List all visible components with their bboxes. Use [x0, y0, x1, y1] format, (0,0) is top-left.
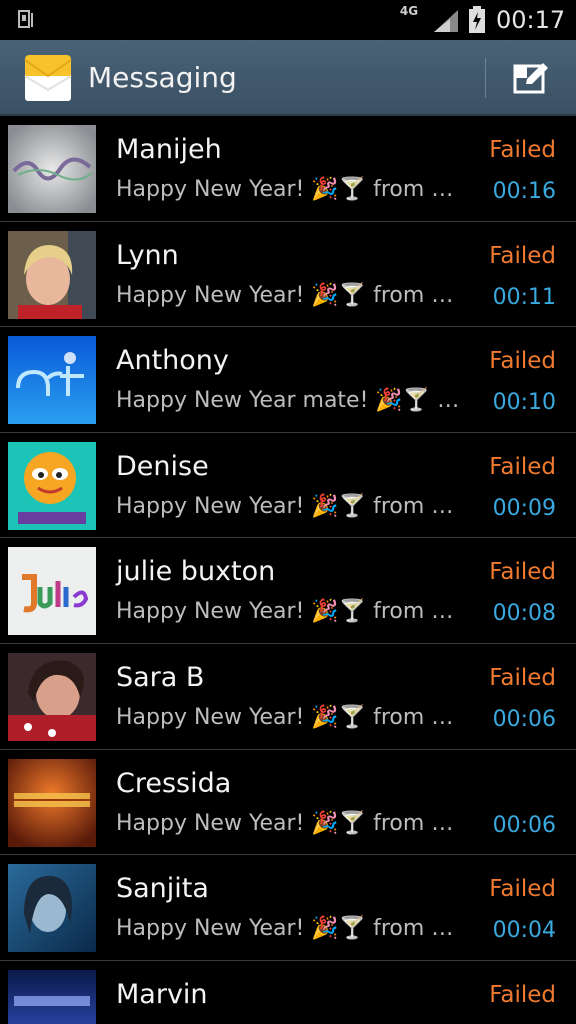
- battery-charging-icon: [469, 6, 485, 33]
- status-bar: 4G 00:17: [0, 0, 576, 40]
- list-item[interactable]: julie buxton Happy New Year! 🎉🍸 from R..…: [0, 538, 576, 644]
- message-preview: Happy New Year! 🎉🍸 from R...: [116, 282, 460, 308]
- envelope-icon: [24, 55, 72, 101]
- list-item[interactable]: Cressida Happy New Year! 🎉🍸 from R... 00…: [0, 750, 576, 856]
- message-preview: Happy New Year! 🎉🍸 from R...: [116, 916, 460, 942]
- action-bar-divider: [485, 58, 486, 98]
- contact-name: Anthony: [116, 345, 229, 377]
- avatar[interactable]: [8, 969, 96, 1024]
- list-item[interactable]: Sara B Happy New Year! 🎉🍸 from R... Fail…: [0, 644, 576, 750]
- message-time: 00:09: [492, 495, 556, 521]
- page-title: Messaging: [88, 61, 237, 94]
- message-preview: Happy New Year mate! 🎉🍸 fr...: [116, 388, 460, 414]
- message-preview: Happy New Year! 🎉🍸 from R...: [116, 599, 460, 625]
- message-preview: Happy New Year! 🎉🍸 from R...: [116, 704, 460, 730]
- message-preview: Happy New Year! 🎉🍸 from R...: [116, 810, 460, 836]
- list-item[interactable]: Anthony Happy New Year mate! 🎉🍸 fr... Fa…: [0, 327, 576, 433]
- avatar[interactable]: [8, 547, 96, 636]
- avatar[interactable]: [8, 652, 96, 741]
- status-badge: Failed: [489, 242, 556, 269]
- message-time: 00:08: [492, 601, 556, 627]
- contact-name: Lynn: [116, 239, 179, 271]
- contact-name: Sanjita: [116, 873, 209, 905]
- list-item[interactable]: Sanjita Happy New Year! 🎉🍸 from R... Fai…: [0, 855, 576, 961]
- contact-name: julie buxton: [116, 556, 276, 588]
- avatar[interactable]: [8, 230, 96, 319]
- avatar[interactable]: [8, 758, 96, 847]
- signal-icon: [434, 10, 458, 32]
- status-badge: Failed: [489, 137, 556, 163]
- network-type: 4G: [399, 4, 419, 18]
- avatar[interactable]: [8, 441, 96, 530]
- conversation-list: Manijeh Happy New Year! 🎉🍸 from R... Fai…: [0, 116, 576, 1024]
- action-bar: Messaging: [0, 40, 576, 116]
- contact-name: Manijeh: [116, 134, 222, 165]
- contact-name: Cressida: [116, 767, 232, 799]
- list-item[interactable]: Lynn Happy New Year! 🎉🍸 from R... Failed…: [0, 222, 576, 328]
- status-badge: Failed: [489, 348, 556, 375]
- message-preview: Happy New Year! 🎉🍸 from R...: [116, 493, 460, 519]
- contact-name: Denise: [116, 450, 209, 482]
- avatar[interactable]: [8, 336, 96, 425]
- sim-icon: [18, 10, 33, 28]
- compose-icon[interactable]: [512, 60, 552, 96]
- message-time: 00:11: [492, 284, 556, 310]
- list-item[interactable]: Manijeh Happy New Year! 🎉🍸 from R... Fai…: [0, 116, 576, 222]
- message-time: 00:06: [492, 706, 556, 732]
- message-preview: Happy New Year! 🎉🍸 from R...: [116, 177, 460, 202]
- message-time: 00:16: [492, 179, 556, 204]
- avatar[interactable]: [8, 125, 96, 213]
- contact-name: Sara B: [116, 661, 205, 693]
- list-item[interactable]: Marvin Failed: [0, 961, 576, 1024]
- list-item[interactable]: Denise Happy New Year! 🎉🍸 from R... Fail…: [0, 433, 576, 539]
- message-time: 00:06: [492, 812, 556, 838]
- contact-name: Marvin: [116, 978, 208, 1010]
- status-badge: Failed: [489, 559, 556, 586]
- status-time: 00:17: [496, 6, 566, 34]
- status-badge: Failed: [489, 453, 556, 480]
- message-time: 00:04: [492, 918, 556, 944]
- status-badge: Failed: [489, 981, 556, 1008]
- status-badge: Failed: [489, 664, 556, 691]
- avatar[interactable]: [8, 864, 96, 953]
- status-badge: Failed: [489, 876, 556, 903]
- message-time: 00:10: [492, 390, 556, 416]
